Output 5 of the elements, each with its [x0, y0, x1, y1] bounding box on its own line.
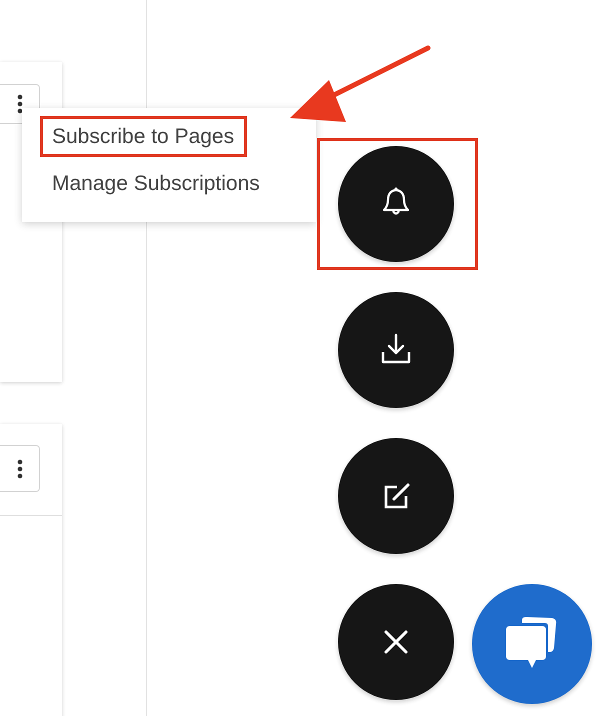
more-icon — [16, 458, 22, 478]
menu-item[interactable]: Manage Subscriptions — [40, 163, 273, 204]
menu-item[interactable]: Subscribe to Pages — [40, 116, 248, 157]
more-icon — [16, 94, 22, 114]
more-options-button[interactable] — [0, 445, 40, 492]
